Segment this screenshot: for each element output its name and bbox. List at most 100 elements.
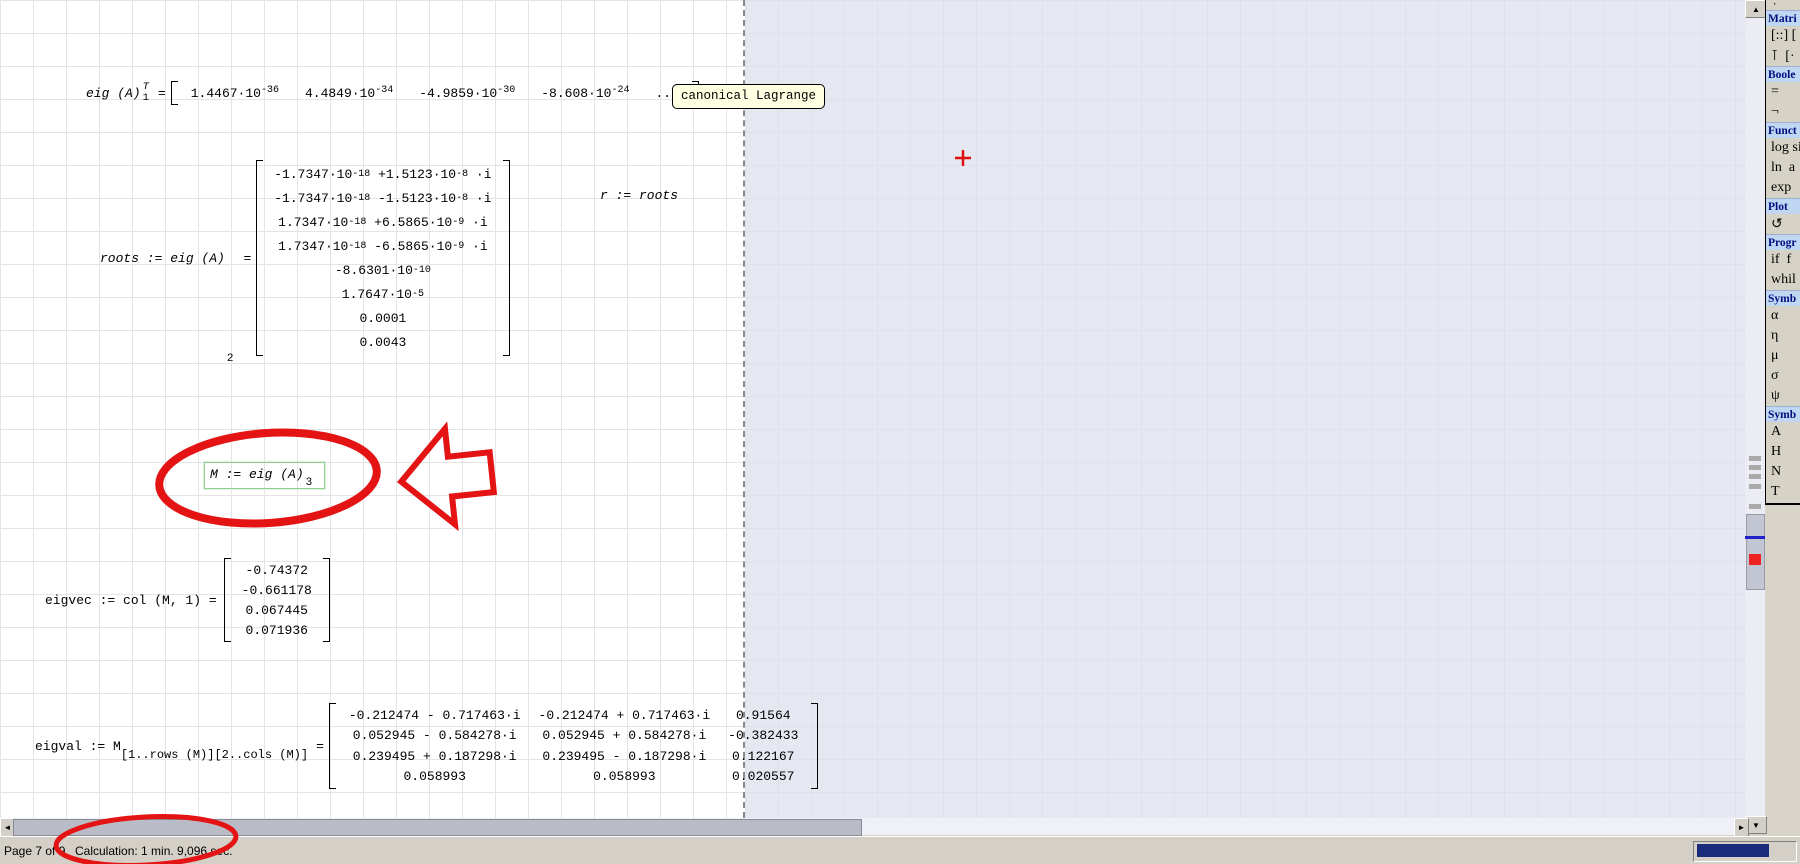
mathcad-window: eig (A) T 1 = 1.4467·10-36 4.4849·10-34 … xyxy=(0,0,1800,864)
palette-item[interactable]: μ xyxy=(1766,346,1800,366)
right-arrow-icon: ► xyxy=(1738,823,1746,832)
eigvec-matrix: -0.74372 -0.661178 0.067445 0.071936 xyxy=(224,558,330,642)
eigval-lhs: eigval := M xyxy=(35,739,121,754)
scrollbar-mark xyxy=(1749,474,1761,479)
matrix-cell: 1.7347·10-18 +6.5865·10-9 ·i xyxy=(274,210,491,234)
palette-section-header: Symb xyxy=(1766,406,1800,422)
left-arrow-icon: ◄ xyxy=(4,823,12,832)
palette-section-header: Funct xyxy=(1766,122,1800,138)
palette-item[interactable]: T xyxy=(1766,482,1800,502)
scrollbar-red-marker xyxy=(1749,554,1761,565)
palette-item[interactable]: if f xyxy=(1766,250,1800,270)
scrollbar-blue-marker xyxy=(1745,536,1765,539)
equals-sign: = xyxy=(158,86,166,101)
math-palette-sidebar[interactable]: ·Matri[::] [⊺ [·Boole=¬Functlog siln aex… xyxy=(1765,0,1800,505)
matrix-cell: -0.212474 + 0.717463·i xyxy=(539,706,711,726)
expr-r-roots[interactable]: r := roots xyxy=(600,188,678,203)
offpage-area[interactable] xyxy=(745,0,1745,818)
left-bracket xyxy=(224,558,231,642)
palette-item[interactable]: H xyxy=(1766,442,1800,462)
matrix-cell: 0.052945 + 0.584278·i xyxy=(542,726,706,746)
matrix-cell: 0.91564 xyxy=(736,706,791,726)
scrollbar-mark xyxy=(1749,465,1761,470)
sidebar-empty-area xyxy=(1765,505,1800,835)
palette-section-header: Plot xyxy=(1766,198,1800,214)
m-expr-text: M := eig (A) xyxy=(210,467,304,482)
expr-roots[interactable]: roots := eig (A) 2 = -1.7347·10-18 +1.51… xyxy=(100,158,510,358)
palette-item[interactable]: · xyxy=(1766,0,1800,10)
vector-cell: -8.608·10-24 xyxy=(541,85,629,101)
palette-item[interactable]: log si xyxy=(1766,138,1800,158)
right-bracket xyxy=(503,160,510,356)
page-indicator: Page 7 of 9 xyxy=(4,844,65,858)
palette-item[interactable]: ⊺ [· xyxy=(1766,46,1800,66)
page-break-line xyxy=(743,0,745,818)
matrix-cell: 0.122167 xyxy=(732,747,794,767)
matrix-cell: -0.212474 - 0.717463·i xyxy=(349,706,521,726)
up-arrow-icon: ▲ xyxy=(1752,5,1760,14)
down-arrow-icon: ▼ xyxy=(1752,821,1760,830)
palette-item[interactable]: ↺ xyxy=(1766,214,1800,234)
vector-cell: 1.4467·10-36 xyxy=(191,85,279,101)
expr-supsub-stack: T 1 xyxy=(143,82,149,104)
expr-subscript: 1 xyxy=(143,93,149,104)
expr-eigval[interactable]: eigval := M [1..rows (M)][2..cols (M)] =… xyxy=(35,700,818,792)
scroll-right-button[interactable]: ► xyxy=(1734,818,1749,837)
matrix-cell: 0.052945 - 0.584278·i xyxy=(353,726,517,746)
equals-sign: = xyxy=(316,739,324,754)
palette-section-header: Progr xyxy=(1766,234,1800,250)
right-bracket xyxy=(811,703,818,789)
palette-item[interactable]: whil xyxy=(1766,270,1800,290)
palette-rows: ·Matri[::] [⊺ [·Boole=¬Functlog siln aex… xyxy=(1766,0,1800,502)
roots-matrix: -1.7347·10-18 +1.5123·10-8 ·i -1.7347·10… xyxy=(256,160,509,356)
r-expr-text: r := roots xyxy=(600,188,678,203)
palette-section-header: Boole xyxy=(1766,66,1800,82)
palette-item[interactable]: ¬ xyxy=(1766,102,1800,122)
matrix-cell: 1.7647·10-5 xyxy=(274,282,491,306)
expr-eig-transpose[interactable]: eig (A) T 1 = 1.4467·10-36 4.4849·10-34 … xyxy=(86,72,699,114)
roots-lhs: roots := eig (A) xyxy=(100,251,225,266)
scrollbar-mark xyxy=(1749,456,1761,461)
eigval-matrix: -0.212474 - 0.717463·i -0.212474 + 0.717… xyxy=(329,703,819,789)
scrollbar-mark xyxy=(1749,504,1761,509)
horizontal-scrollbar[interactable]: ◄ ► xyxy=(0,818,1747,835)
matrix-cell: 0.058993 xyxy=(403,767,465,787)
calculation-time: Calculation: 1 min. 9,096 sec. xyxy=(75,844,232,858)
equals-sign: = xyxy=(243,251,251,266)
expr-lhs: eig (A) xyxy=(86,86,141,101)
palette-section-header: Matri xyxy=(1766,10,1800,26)
palette-item[interactable]: ln a xyxy=(1766,158,1800,178)
matrix-cell: -0.74372 xyxy=(242,560,312,580)
progress-fill xyxy=(1697,844,1769,857)
vertical-scrollbar-thumb[interactable] xyxy=(1746,514,1765,590)
matrix-cell: 0.067445 xyxy=(242,600,312,620)
matrix-cell: -0.661178 xyxy=(242,580,312,600)
selected-expr-m[interactable]: M := eig (A) 3 xyxy=(204,462,325,489)
matrix-cell: 1.7347·10-18 -6.5865·10-9 ·i xyxy=(274,234,491,258)
matrix-cell: 0.239495 - 0.187298·i xyxy=(542,747,706,767)
palette-item[interactable]: [::] [ xyxy=(1766,26,1800,46)
palette-item[interactable]: exp xyxy=(1766,178,1800,198)
worksheet-canvas[interactable]: eig (A) T 1 = 1.4467·10-36 4.4849·10-34 … xyxy=(0,0,1745,818)
horizontal-scrollbar-thumb[interactable] xyxy=(13,819,862,836)
expr-eigvec[interactable]: eigvec := col (M, 1) = -0.74372 -0.66117… xyxy=(45,556,330,644)
palette-item[interactable]: N xyxy=(1766,462,1800,482)
matrix-cell: -0.382433 xyxy=(728,726,798,746)
palette-item[interactable]: A xyxy=(1766,422,1800,442)
palette-item[interactable]: = xyxy=(1766,82,1800,102)
vertical-scrollbar[interactable]: ▲ ▼ xyxy=(1745,0,1765,833)
status-bar: Page 7 of 9 Calculation: 1 min. 9,096 se… xyxy=(0,836,1800,864)
palette-item[interactable]: η xyxy=(1766,326,1800,346)
palette-section-header: Symb xyxy=(1766,290,1800,306)
palette-item[interactable]: ψ xyxy=(1766,386,1800,406)
matrix-cell: 0.0001 xyxy=(274,306,491,330)
palette-item[interactable]: σ xyxy=(1766,366,1800,386)
palette-item[interactable]: α xyxy=(1766,306,1800,326)
tooltip-canonical-lagrange: canonical Lagrange xyxy=(672,84,825,109)
m-expr-subscript: 3 xyxy=(306,477,313,489)
vector-cell: 4.4849·10-34 xyxy=(305,85,393,101)
left-bracket xyxy=(329,703,336,789)
matrix-cell: -8.6301·10-10 xyxy=(274,258,491,282)
scroll-up-button[interactable]: ▲ xyxy=(1745,0,1767,18)
matrix-cell: 0.239495 + 0.187298·i xyxy=(353,747,517,767)
